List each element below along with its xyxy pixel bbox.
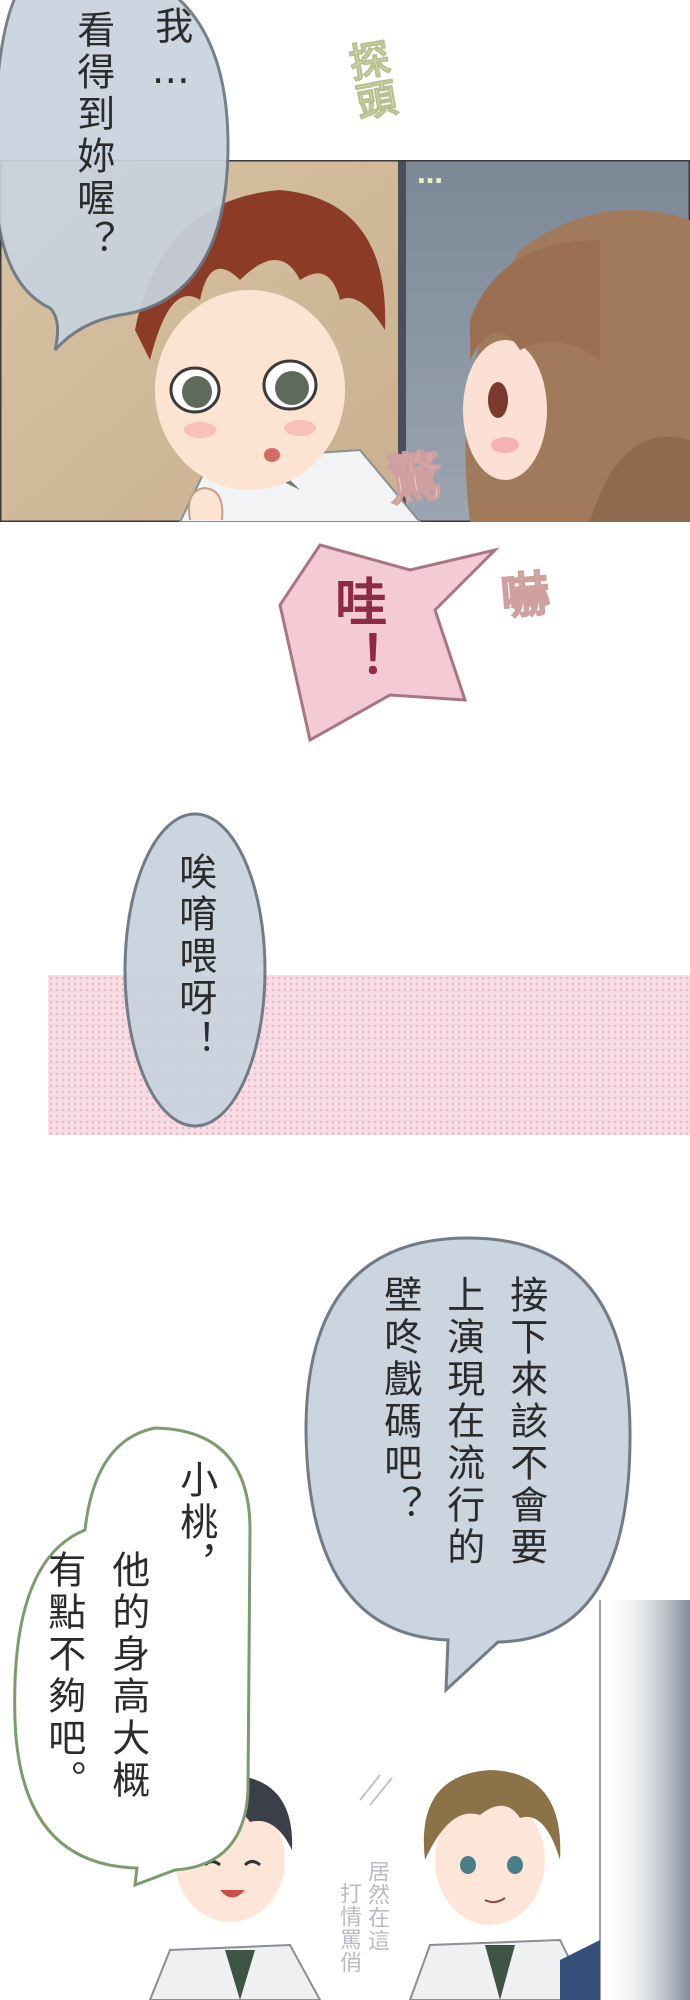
wall-don-line-2: 上演現在流行的 bbox=[440, 1275, 485, 1569]
speech-line-2: 看得到妳喔？ bbox=[70, 10, 115, 262]
height-line-1: 小桃， bbox=[173, 1460, 218, 1586]
speech-bubble-exclaim: 唉唷喂呀！ bbox=[120, 810, 270, 1130]
sfx-peek: 探頭 bbox=[339, 36, 399, 124]
shout-bubble: 哇！ bbox=[270, 530, 520, 750]
whisper-line-1: 居然在這 bbox=[364, 1860, 389, 1952]
exclaim-text: 唉唷喂呀！ bbox=[172, 852, 217, 1062]
speech-bubble-shape bbox=[0, 0, 230, 351]
speech-bubble-boy: 我… 看得到妳喔？ bbox=[0, 0, 240, 360]
shout-text: 哇！ bbox=[325, 575, 386, 687]
onlooker-brown-hair bbox=[408, 1770, 600, 2000]
sfx-peek-dots: … bbox=[415, 160, 445, 190]
speech-line-1: 我… bbox=[148, 6, 193, 96]
height-line-2: 他的身高大概 bbox=[105, 1550, 150, 1802]
whisper-line-2: 打情罵俏 bbox=[336, 1882, 361, 1974]
wall-don-line-3: 壁咚戲碼吧？ bbox=[377, 1275, 422, 1527]
height-line-3: 有點不夠吧。 bbox=[41, 1550, 86, 1802]
sfx-scare: 嚇 bbox=[489, 567, 550, 621]
speech-bubble-wall-don: 接下來該不會要 上演現在流行的 壁咚戲碼吧？ bbox=[298, 1230, 638, 1700]
sfx-shock: 驚 bbox=[374, 445, 445, 509]
wall-don-line-1: 接下來該不會要 bbox=[503, 1275, 548, 1569]
speech-bubble-height: 小桃， 他的身高大概 有點不夠吧。 bbox=[5, 1420, 255, 1890]
shout-bubble-shape bbox=[278, 543, 500, 743]
